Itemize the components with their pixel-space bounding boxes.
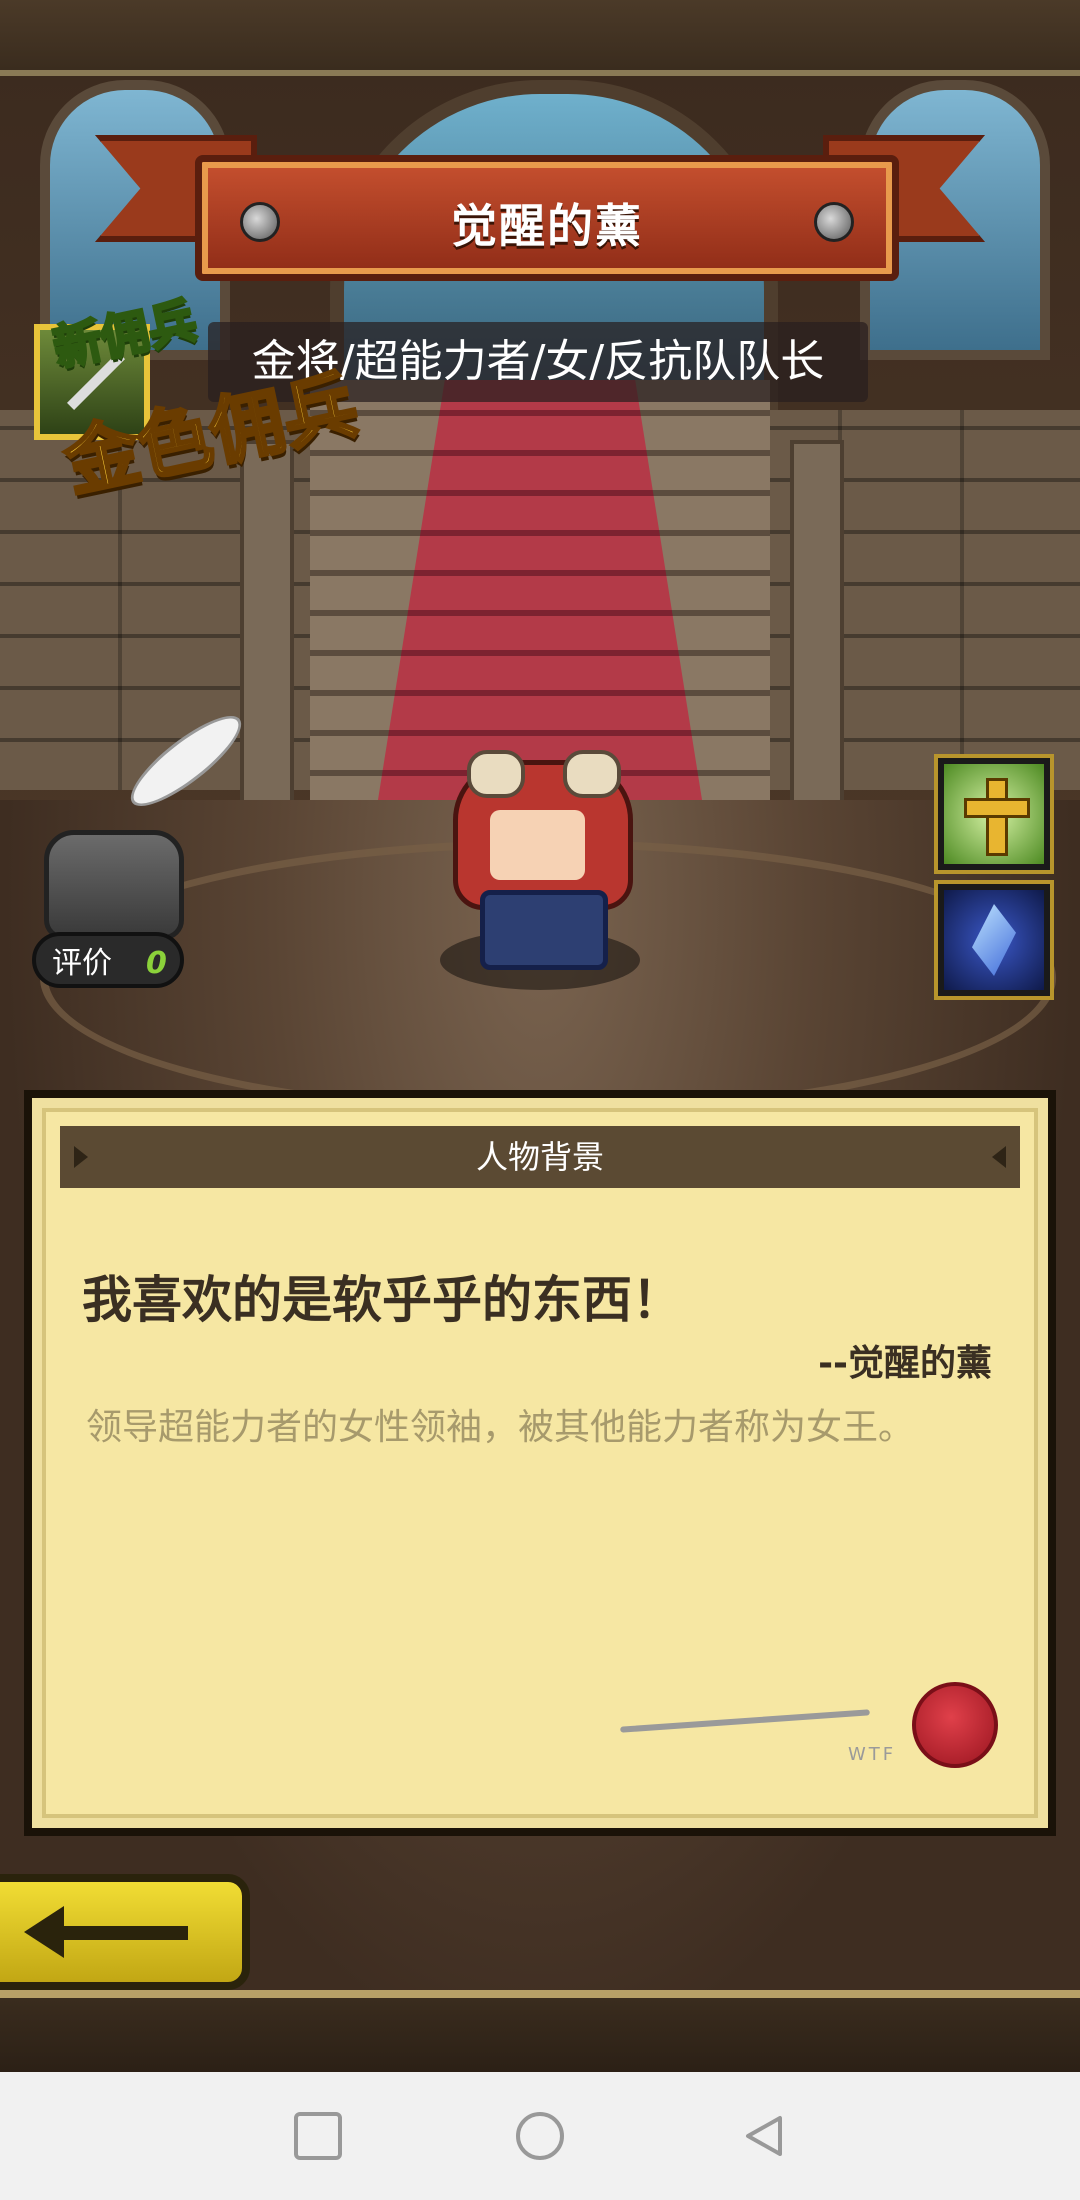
character-face xyxy=(490,810,585,880)
character-name: 觉醒的薰 xyxy=(451,199,643,253)
arrow-shaft xyxy=(58,1926,188,1940)
recent-apps-icon[interactable] xyxy=(294,2112,342,2160)
back-triangle-icon xyxy=(746,2116,782,2156)
right-railing xyxy=(790,440,844,808)
panel-title: 人物背景 xyxy=(475,1138,604,1176)
character-quote: 我喜欢的是软乎乎的东西！ xyxy=(82,1271,682,1329)
crystal-gem xyxy=(972,904,1016,976)
system-navigation-bar xyxy=(0,2072,1080,2200)
banner-ribbon: 觉醒的薰 xyxy=(195,155,899,281)
crystal-skill-icon[interactable] xyxy=(938,884,1050,996)
quote-author: --觉醒的薰 xyxy=(818,1343,992,1384)
wax-seal-icon xyxy=(912,1682,998,1768)
character-background-panel: 人物背景 我喜欢的是软乎乎的东西！ --觉醒的薰 领导超能力者的女性领袖，被其他… xyxy=(24,1090,1056,1836)
back-button[interactable] xyxy=(0,1874,250,1990)
panel-header: 人物背景 xyxy=(60,1126,1020,1188)
character-sprite[interactable] xyxy=(445,750,635,970)
character-description: 领导超能力者的女性领袖，被其他能力者称为女王。 xyxy=(86,1407,915,1448)
bottom-border xyxy=(0,1990,1080,2072)
hair-ornament-right xyxy=(563,750,621,798)
back-icon[interactable] xyxy=(740,2112,788,2160)
home-icon[interactable] xyxy=(516,2112,564,2160)
triangle-left-icon xyxy=(74,1146,88,1168)
top-border xyxy=(0,0,1080,76)
character-body xyxy=(480,890,608,970)
inkwell-icon[interactable] xyxy=(44,830,184,940)
cross-skill-icon[interactable] xyxy=(938,758,1050,870)
signature-mark: WTF xyxy=(848,1744,897,1765)
hair-ornament-left xyxy=(467,750,525,798)
rating-button[interactable]: 评价 0 xyxy=(32,932,184,988)
signature-scribble xyxy=(620,1709,870,1733)
triangle-right-icon xyxy=(992,1146,1006,1168)
title-banner: 觉醒的薰 xyxy=(95,115,985,295)
signature: WTF xyxy=(620,1688,893,1765)
left-railing xyxy=(240,440,294,808)
cross-horizontal xyxy=(964,798,1030,818)
rating-label: 评价 xyxy=(52,946,112,981)
right-wall xyxy=(720,410,1080,790)
rating-value: 0 xyxy=(146,946,167,981)
